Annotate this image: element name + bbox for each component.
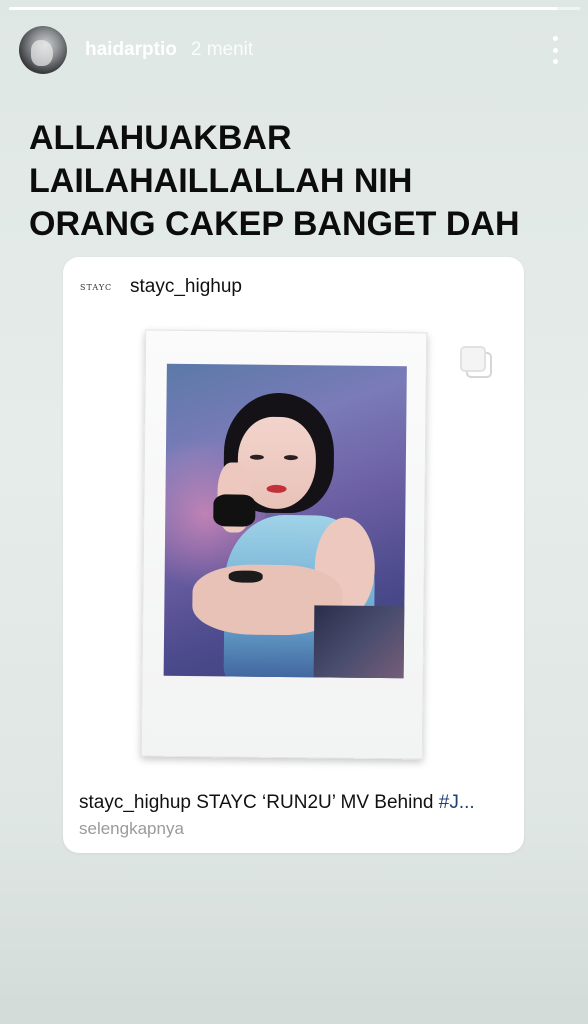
story-caption-text: ALLAHUAKBAR LAILAHAILLALLAH NIH ORANG CA… xyxy=(29,117,569,246)
post-caption-username[interactable]: stayc_highup xyxy=(79,792,191,813)
post-photo xyxy=(163,363,407,679)
post-header: STAYC stayc_highup xyxy=(80,273,242,301)
story-timestamp: 2 menit xyxy=(190,39,254,60)
post-username[interactable]: stayc_highup xyxy=(130,276,242,298)
caption-line-2: LAILAHAILLALLAH NIH xyxy=(29,162,413,200)
carousel-icon xyxy=(460,346,492,378)
post-caption-hashtag[interactable]: #J... xyxy=(439,792,475,813)
story-progress-bar xyxy=(9,7,580,10)
shared-post-card[interactable]: STAYC stayc_highup stayc_highup STAYC ‘R… xyxy=(63,257,524,853)
caption-line-1: ALLAHUAKBAR xyxy=(29,119,292,157)
brand-logo: STAYC xyxy=(80,282,113,292)
story-username[interactable]: haidarptio xyxy=(85,39,177,61)
avatar[interactable] xyxy=(19,26,67,74)
caption-line-3: ORANG CAKEP BANGET DAH xyxy=(29,205,520,243)
post-image-polaroid[interactable] xyxy=(140,329,428,760)
see-more-link[interactable]: selengkapnya xyxy=(79,819,184,839)
story-header: haidarptio 2 menit xyxy=(19,26,569,74)
post-caption-text: STAYC ‘RUN2U’ MV Behind xyxy=(196,792,434,813)
story-progress-fill xyxy=(9,7,558,10)
post-caption[interactable]: stayc_highup STAYC ‘RUN2U’ MV Behind #J.… xyxy=(79,791,509,815)
more-vertical-icon[interactable] xyxy=(551,36,559,64)
